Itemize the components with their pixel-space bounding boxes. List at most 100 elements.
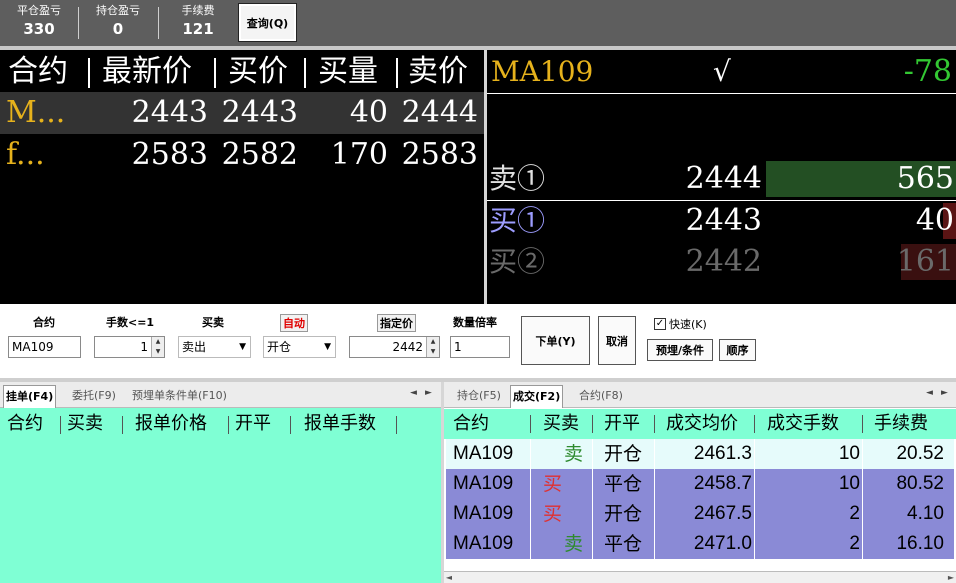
chevron-down-icon[interactable]: ▼ bbox=[324, 337, 331, 357]
fast-mode-checkbox[interactable]: ✓ bbox=[654, 318, 666, 330]
multiplier-label: 数量倍率 bbox=[453, 316, 497, 329]
depth-level-price: 2443 bbox=[685, 203, 762, 238]
pending-header-price[interactable]: 报单价格 bbox=[135, 412, 207, 436]
tab-prev-icon[interactable]: ◄ bbox=[926, 388, 933, 398]
depth-level-qty: 161 bbox=[896, 244, 954, 279]
price-stepper[interactable]: 2442 ▲ ▼ bbox=[349, 336, 440, 358]
scroll-left-icon[interactable]: ◄ bbox=[444, 572, 454, 583]
column-divider bbox=[396, 58, 398, 88]
pending-orders-tabs: 挂单(F4) 委托(F9) 预埋单条件单(F10) ◄ ► bbox=[0, 382, 441, 408]
tab-pending-orders[interactable]: 挂单(F4) bbox=[3, 385, 57, 408]
table-row[interactable]: MA109 买 平仓 2458.7 10 80.52 bbox=[446, 469, 954, 499]
quote-header-ask[interactable]: 卖价 bbox=[408, 52, 468, 92]
spin-down-icon[interactable]: ▼ bbox=[152, 347, 164, 357]
offset-auto-label[interactable]: 自动 bbox=[280, 314, 308, 332]
tab-contracts[interactable]: 合约(F8) bbox=[577, 385, 625, 408]
trades-header-qty[interactable]: 成交手数 bbox=[767, 409, 839, 439]
quote-header-bid-vol[interactable]: 买量 bbox=[318, 52, 378, 92]
column-divider bbox=[228, 416, 229, 434]
trades-horizontal-scrollbar[interactable]: ◄ ► bbox=[444, 571, 956, 583]
trades-header-offset[interactable]: 开平 bbox=[604, 409, 640, 439]
sequence-button[interactable]: 顺序 bbox=[719, 339, 756, 361]
bid-level-2[interactable]: 买② 2442 161 bbox=[487, 242, 956, 282]
trades-header-avg-price[interactable]: 成交均价 bbox=[666, 409, 738, 439]
quote-row[interactable]: f... 2583 2582 170 2583 bbox=[0, 134, 484, 176]
bid-level-1[interactable]: 买① 2443 40 bbox=[487, 201, 956, 241]
query-button[interactable]: 查询(Q) bbox=[238, 3, 297, 42]
contract-label: 合约 bbox=[33, 316, 55, 329]
tab-orders[interactable]: 委托(F9) bbox=[70, 385, 118, 408]
trade-qty: 10 bbox=[838, 443, 860, 464]
fee-value: 121 bbox=[182, 20, 214, 38]
closed-pnl-label: 平仓盈亏 bbox=[17, 4, 61, 17]
column-divider bbox=[88, 58, 90, 88]
spin-up-icon[interactable]: ▲ bbox=[152, 337, 164, 347]
scroll-right-icon[interactable]: ► bbox=[946, 572, 956, 583]
trade-side: 买 bbox=[543, 473, 563, 495]
column-divider bbox=[396, 416, 397, 434]
pending-header-contract[interactable]: 合约 bbox=[7, 412, 43, 436]
column-divider bbox=[654, 439, 655, 469]
column-divider bbox=[862, 439, 863, 469]
account-summary-bar: 平仓盈亏 330 持仓盈亏 0 手续费 121 查询(Q) bbox=[0, 0, 956, 46]
trade-qty: 2 bbox=[849, 533, 860, 554]
condition-order-button[interactable]: 预埋/条件 bbox=[647, 339, 713, 361]
quote-header-contract[interactable]: 合约 bbox=[8, 52, 68, 92]
price-mode-label[interactable]: 指定价 bbox=[377, 314, 416, 332]
closed-pnl-stat: 平仓盈亏 330 bbox=[0, 4, 78, 40]
column-divider bbox=[214, 58, 216, 88]
depth-change: -78 bbox=[903, 54, 952, 89]
contract-input[interactable]: MA109 bbox=[8, 336, 81, 358]
spin-down-icon[interactable]: ▼ bbox=[427, 347, 439, 357]
trades-header-contract[interactable]: 合约 bbox=[453, 409, 489, 439]
pending-header-offset[interactable]: 开平 bbox=[235, 412, 271, 436]
fee-stat: 手续费 121 bbox=[159, 4, 237, 40]
multiplier-input[interactable]: 1 bbox=[450, 336, 510, 358]
table-row[interactable]: MA109 卖 开仓 2461.3 10 20.52 bbox=[446, 439, 954, 469]
side-select[interactable]: 卖出 ▼ bbox=[178, 336, 251, 358]
cancel-button[interactable]: 取消 bbox=[598, 316, 636, 365]
column-divider bbox=[862, 499, 863, 529]
tab-next-icon[interactable]: ► bbox=[941, 388, 948, 398]
trade-fee: 16.10 bbox=[896, 533, 944, 554]
fast-mode-label[interactable]: 快速(K) bbox=[669, 318, 707, 331]
trade-qty: 10 bbox=[838, 473, 860, 494]
trades-header-side[interactable]: 买卖 bbox=[543, 409, 579, 439]
column-divider bbox=[60, 416, 61, 434]
spin-up-icon[interactable]: ▲ bbox=[427, 337, 439, 347]
offset-select[interactable]: 开仓 ▼ bbox=[263, 336, 336, 358]
tab-conditional-orders[interactable]: 预埋单条件单(F10) bbox=[130, 385, 229, 408]
ask-level-1[interactable]: 卖① 2444 565 bbox=[487, 159, 956, 199]
quote-contract: f... bbox=[6, 137, 45, 172]
tab-trades[interactable]: 成交(F2) bbox=[510, 385, 564, 408]
lots-stepper[interactable]: 1 ▲ ▼ bbox=[94, 336, 165, 358]
price-value: 2442 bbox=[392, 340, 423, 354]
table-row[interactable]: MA109 买 开仓 2467.5 2 4.10 bbox=[446, 499, 954, 529]
depth-level-price: 2444 bbox=[685, 161, 762, 196]
column-divider bbox=[754, 499, 755, 529]
trade-offset: 开仓 bbox=[604, 443, 643, 465]
column-divider bbox=[592, 469, 593, 499]
price-spinner[interactable]: ▲ ▼ bbox=[426, 337, 439, 357]
tab-prev-icon[interactable]: ◄ bbox=[410, 388, 417, 398]
table-row[interactable]: MA109 卖 平仓 2471.0 2 16.10 bbox=[446, 529, 954, 559]
column-divider bbox=[530, 415, 531, 433]
trades-header-fee[interactable]: 手续费 bbox=[874, 409, 928, 439]
quote-bid-vol: 170 bbox=[330, 137, 388, 172]
quote-header-last[interactable]: 最新价 bbox=[102, 52, 192, 92]
depth-symbol: MA109 bbox=[491, 55, 594, 88]
place-order-button[interactable]: 下单(Y) bbox=[521, 316, 590, 365]
quote-header-bid[interactable]: 买价 bbox=[228, 52, 288, 92]
pending-header-side[interactable]: 买卖 bbox=[67, 412, 103, 436]
side-label: 买卖 bbox=[202, 316, 224, 329]
chevron-down-icon[interactable]: ▼ bbox=[239, 337, 246, 357]
quote-row[interactable]: M... 2443 2443 40 2444 bbox=[0, 92, 484, 134]
quote-bid: 2443 bbox=[221, 95, 298, 130]
trade-avg-price: 2467.5 bbox=[693, 503, 752, 524]
tab-next-icon[interactable]: ► bbox=[425, 388, 432, 398]
trade-offset: 开仓 bbox=[604, 503, 643, 525]
trade-contract: MA109 bbox=[453, 443, 514, 464]
tab-positions[interactable]: 持仓(F5) bbox=[455, 385, 503, 408]
lots-spinner[interactable]: ▲ ▼ bbox=[151, 337, 164, 357]
pending-header-qty[interactable]: 报单手数 bbox=[304, 412, 376, 436]
